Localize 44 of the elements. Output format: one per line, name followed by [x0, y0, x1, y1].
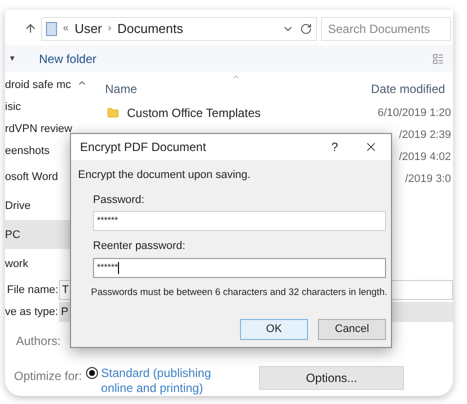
view-icon[interactable] — [432, 52, 444, 65]
sidebar-item[interactable]: rdVPN review — [5, 118, 88, 140]
path-overflow[interactable]: « — [63, 21, 69, 36]
folder-icon — [107, 107, 119, 120]
password-note: Passwords must be between 6 characters and 32 characters in length. — [91, 286, 388, 298]
help-button[interactable]: ? — [331, 138, 338, 156]
close-icon[interactable] — [364, 140, 378, 154]
path-separator-icon: › — [108, 21, 112, 36]
sidebar-item[interactable]: droid safe mc — [5, 74, 88, 96]
file-name[interactable]: Custom Office Templates — [127, 104, 261, 122]
refresh-icon[interactable] — [300, 22, 312, 35]
radio-button[interactable] — [86, 367, 98, 379]
field-label: Password: — [93, 192, 146, 208]
password-value: ****** — [97, 214, 118, 228]
address-field[interactable]: « User › Documents — [41, 16, 317, 41]
text-cursor — [118, 262, 120, 274]
document-icon — [46, 22, 57, 36]
new-folder-button[interactable]: New folder — [39, 50, 96, 68]
password-field[interactable]: ****** — [93, 258, 386, 278]
sidebar-item[interactable]: isic — [5, 96, 88, 118]
dialog-title: Encrypt PDF Document — [80, 139, 206, 156]
dialog-intro: Encrypt the document upon saving. — [78, 168, 252, 183]
dialog-button[interactable]: Cancel — [318, 319, 386, 340]
field-label: Reenter password: — [93, 239, 186, 254]
radio-label[interactable]: Standard (publishing online and printing) — [101, 366, 222, 396]
column-header[interactable]: Date modified — [371, 80, 453, 98]
date-cell-text: /2019 3:0 — [405, 172, 452, 188]
path-segment[interactable]: Documents — [117, 18, 184, 38]
date-cell-text: 6/10/2019 1:20 — [378, 106, 452, 122]
up-arrow-icon[interactable] — [24, 22, 37, 36]
password-value: ****** — [97, 260, 118, 274]
column-header[interactable]: Name — [105, 80, 138, 98]
type-label: ve as type: — [5, 304, 59, 320]
date-cell-text: /2019 2:39 — [399, 128, 452, 144]
dialog-button[interactable]: OK — [240, 319, 308, 340]
search-field[interactable]: Search Documents — [321, 16, 451, 41]
file-name-label: File name: — [7, 283, 59, 298]
options-button[interactable]: Options... — [259, 366, 404, 390]
authors-label: Authors: — [16, 333, 62, 350]
password-field[interactable]: ****** — [93, 211, 386, 231]
menu-caret[interactable]: ▾ — [10, 52, 15, 66]
optimize-label: Optimize for: — [14, 368, 82, 385]
path-segment[interactable]: User — [74, 18, 102, 38]
date-cell-text: /2019 4:02 — [399, 150, 452, 166]
